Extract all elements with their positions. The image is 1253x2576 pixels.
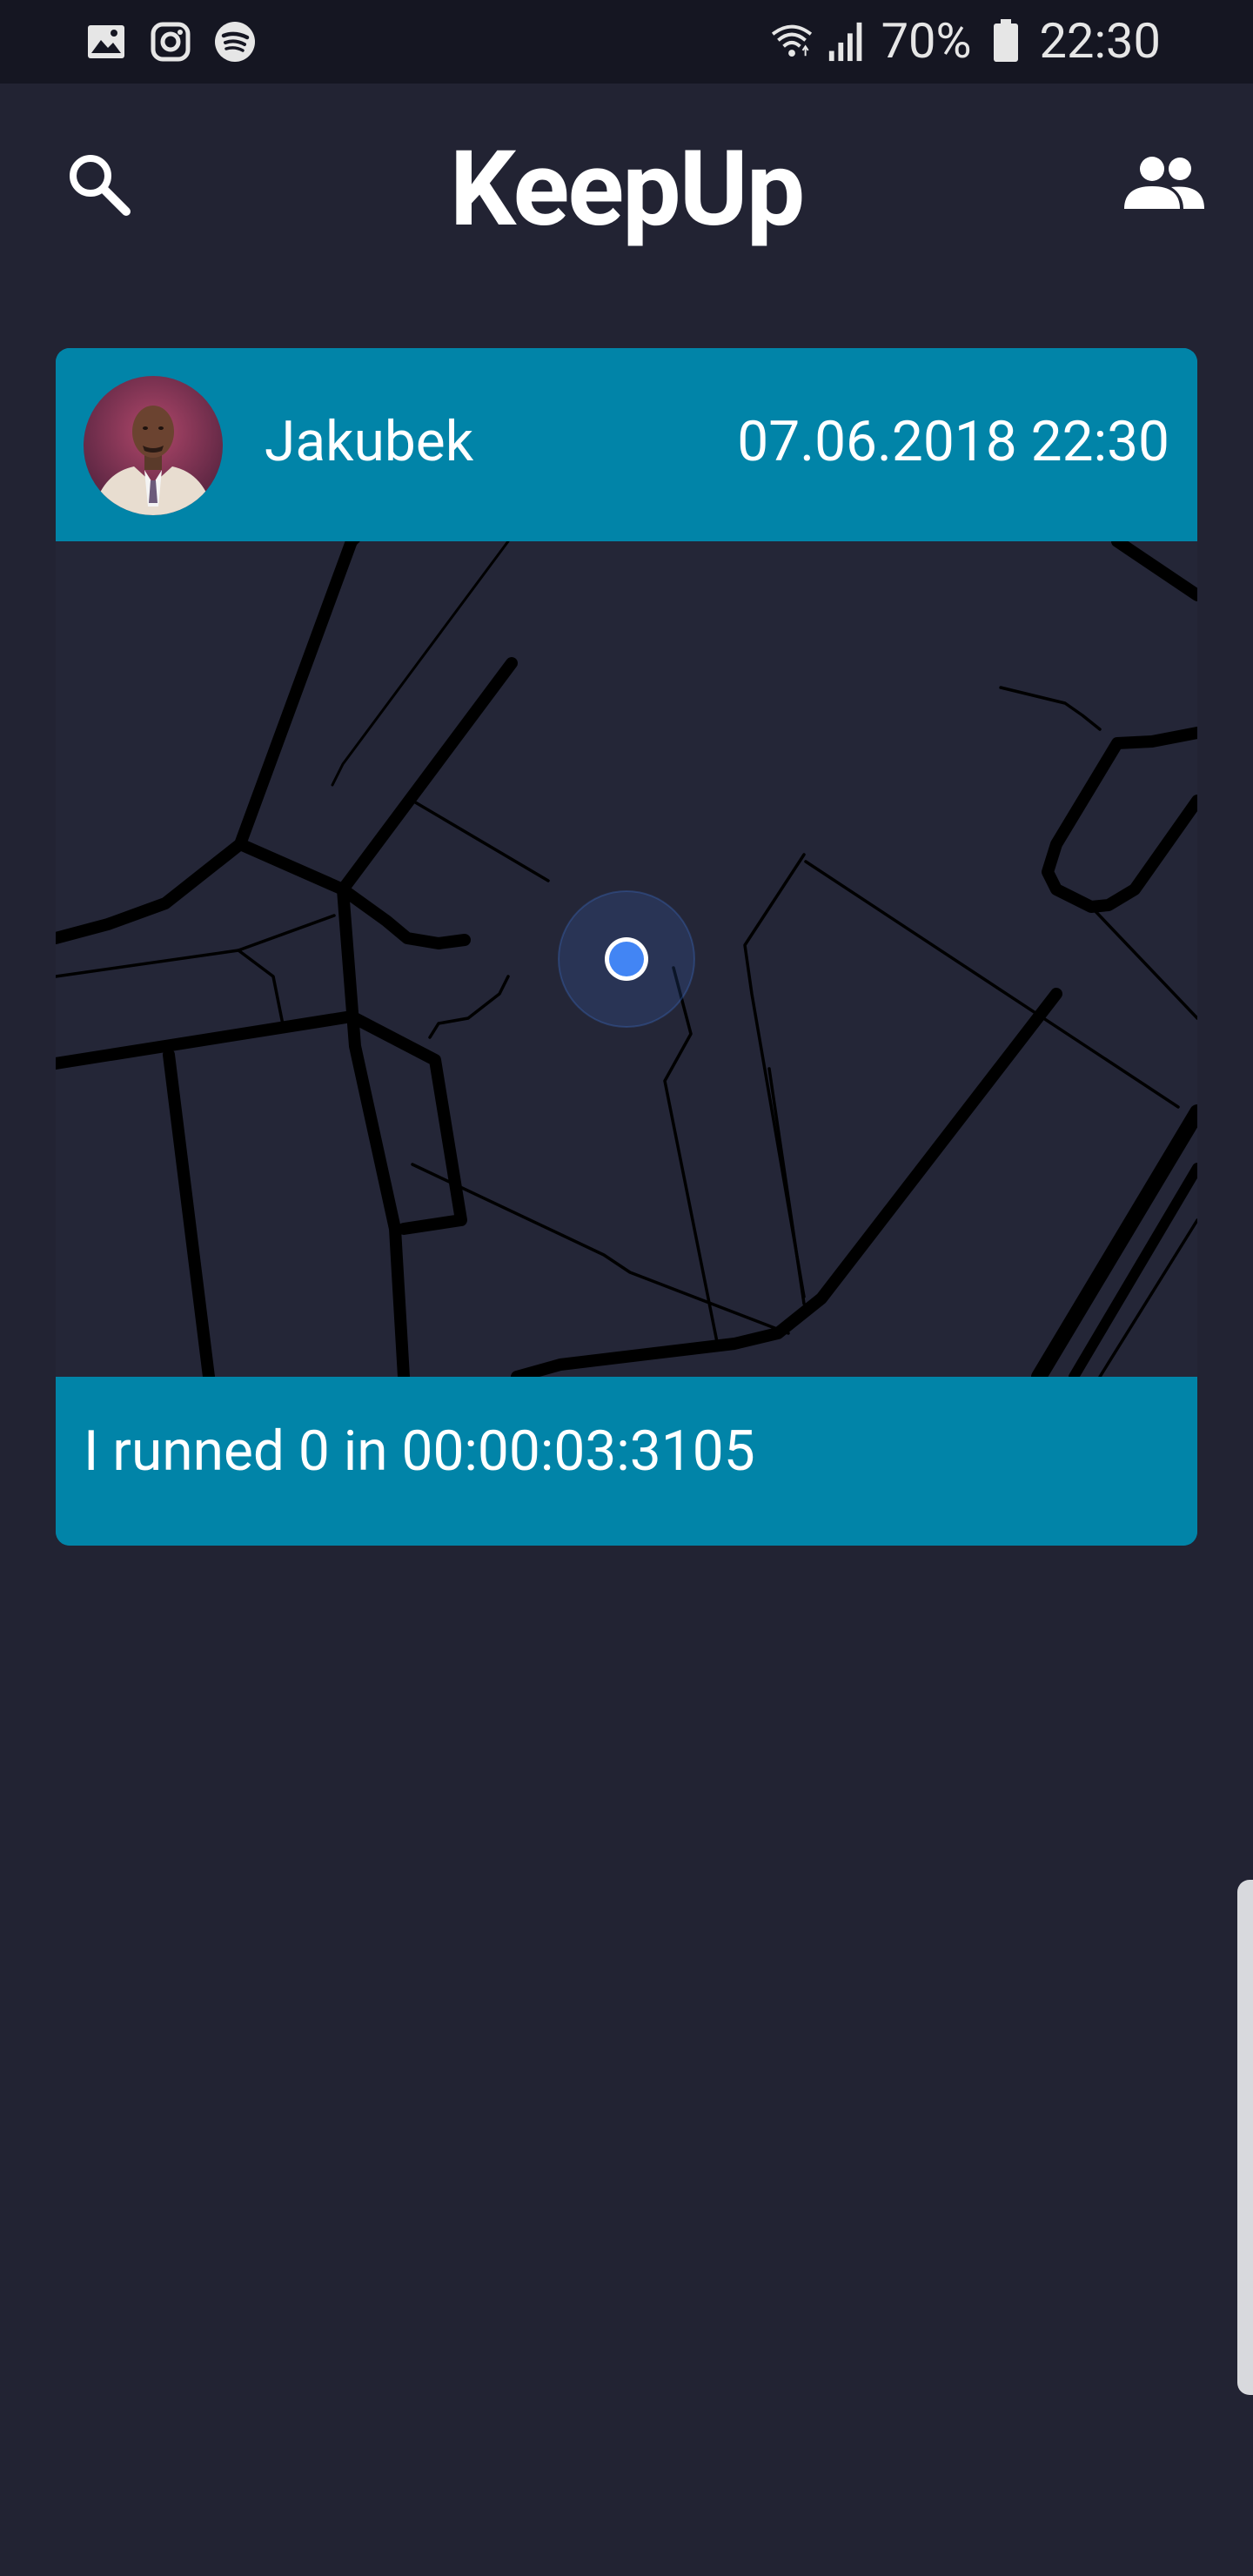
battery-percent: 70% — [881, 12, 972, 70]
status-time: 22:30 — [1039, 12, 1161, 70]
gallery-icon — [84, 19, 129, 64]
signal-icon — [826, 17, 869, 65]
route-map[interactable] — [56, 527, 1197, 1385]
edge-panel-handle[interactable] — [1237, 1880, 1253, 2395]
notification-icons — [84, 19, 258, 64]
username[interactable]: Jakubek — [265, 409, 473, 474]
activity-datetime: 07.06.2018 22:30 — [737, 409, 1169, 474]
friends-icon — [1124, 157, 1204, 209]
system-indicators: 70% 22:30 — [770, 12, 1161, 70]
avatar[interactable] — [84, 376, 223, 515]
activity-card[interactable]: Jakubek 07.06.2018 22:30 I runned 0 in 0… — [56, 348, 1197, 1546]
app-bar: KeepUp — [0, 84, 1253, 284]
friends-button[interactable] — [1114, 139, 1215, 226]
status-bar: 70% 22:30 — [0, 0, 1253, 84]
current-location-marker — [558, 890, 695, 1028]
battery-icon — [984, 17, 1028, 65]
activity-summary: I runned 0 in 00:00:03:3105 — [84, 1419, 755, 1484]
instagram-icon — [148, 19, 193, 64]
card-footer: I runned 0 in 00:00:03:3105 — [56, 1377, 1197, 1546]
spotify-icon — [212, 19, 258, 64]
card-header: Jakubek 07.06.2018 22:30 — [56, 348, 1197, 541]
wifi-icon — [770, 17, 814, 65]
app-title: KeepUp — [449, 129, 805, 251]
